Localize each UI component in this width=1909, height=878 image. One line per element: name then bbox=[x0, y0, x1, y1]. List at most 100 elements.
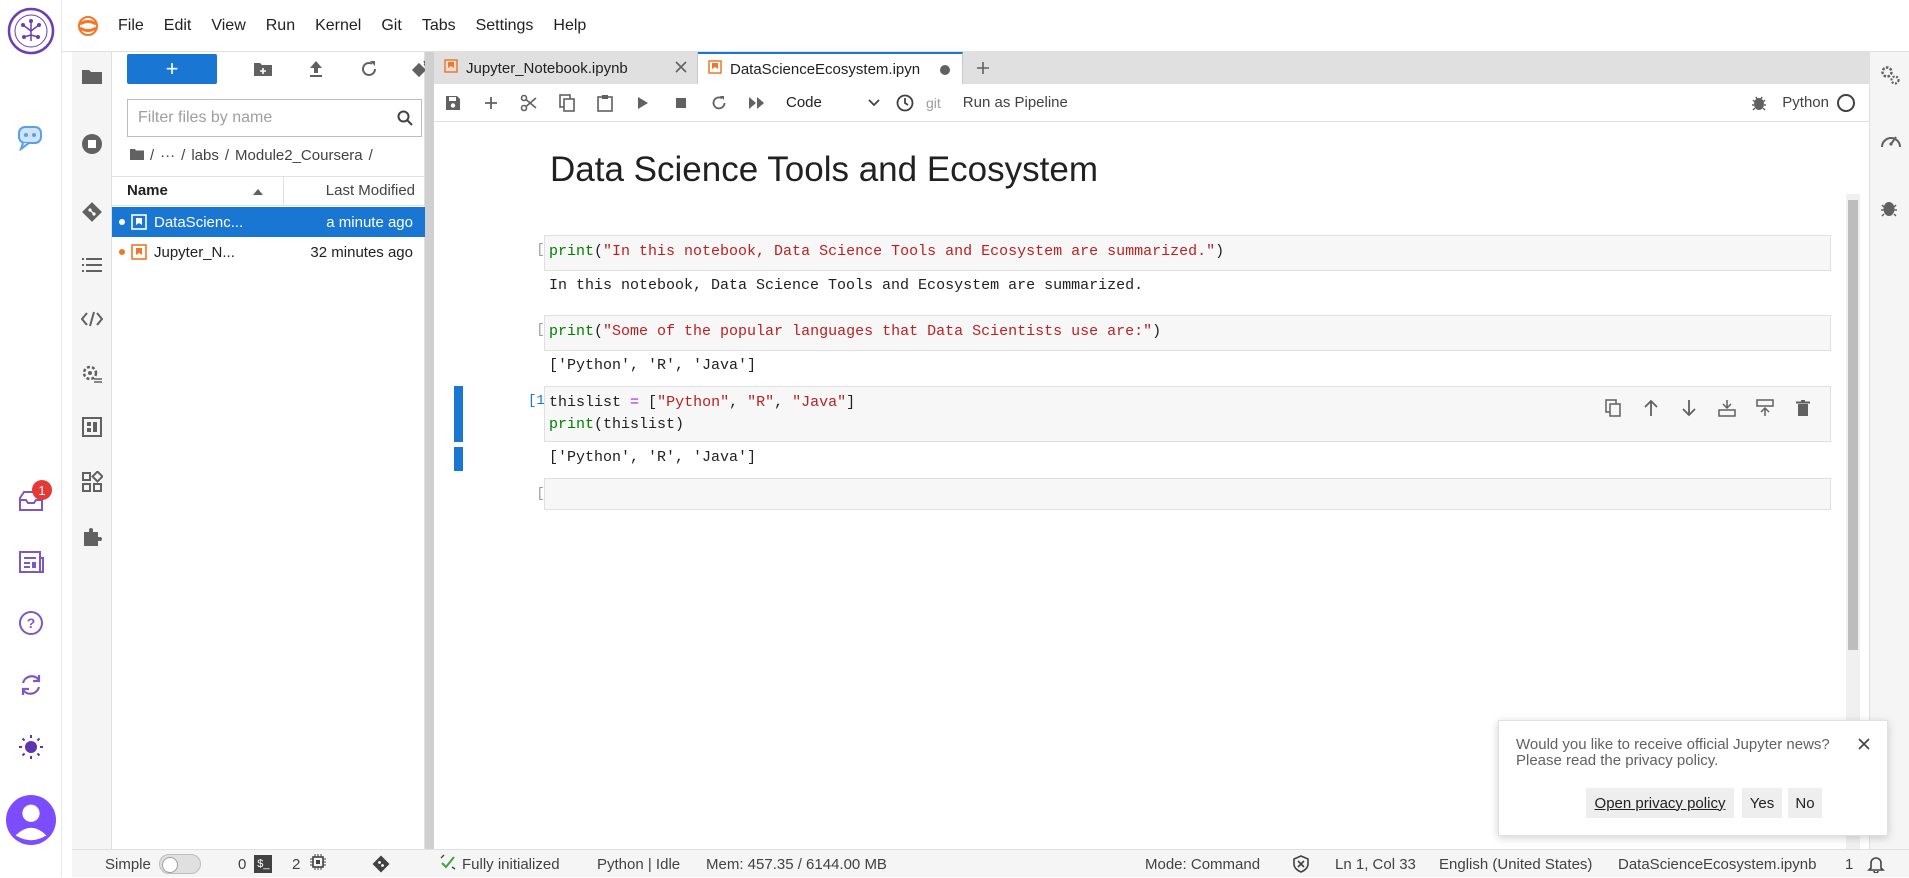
cursor-position[interactable]: Ln 1, Col 33 bbox=[1335, 850, 1416, 878]
scrollbar-thumb[interactable] bbox=[1848, 200, 1858, 650]
breadcrumb-labs[interactable]: labs bbox=[191, 147, 219, 164]
code-token: "Python" bbox=[657, 394, 730, 411]
menu-kernel[interactable]: Kernel bbox=[305, 0, 371, 52]
notebook-file-icon bbox=[131, 244, 147, 260]
insert-above-icon[interactable] bbox=[1714, 395, 1740, 421]
refresh-icon[interactable] bbox=[6, 660, 56, 710]
file-row[interactable]: Jupyter_N... 32 minutes ago bbox=[112, 237, 425, 267]
close-tab-icon[interactable] bbox=[675, 60, 687, 77]
insert-below-icon[interactable] bbox=[1752, 395, 1778, 421]
new-tab-plus-icon[interactable] bbox=[970, 56, 996, 80]
lsp-status[interactable]: Fully initialized bbox=[440, 850, 560, 878]
clock-history-icon[interactable] bbox=[886, 85, 924, 121]
new-folder-icon[interactable] bbox=[245, 54, 281, 84]
cut-icon[interactable] bbox=[510, 85, 548, 121]
search-icon bbox=[397, 110, 413, 131]
column-modified-header[interactable]: Last Modified bbox=[284, 177, 425, 205]
folder-icon[interactable] bbox=[72, 56, 112, 96]
kernel-name[interactable]: Python bbox=[1782, 94, 1829, 111]
debugger-panel-bug-icon[interactable] bbox=[1880, 198, 1898, 223]
skills-network-logo-icon[interactable] bbox=[6, 6, 56, 56]
delete-trash-icon[interactable] bbox=[1790, 395, 1816, 421]
column-name-label: Name bbox=[127, 182, 168, 199]
menu-run[interactable]: Run bbox=[256, 0, 305, 52]
restart-run-all-icon[interactable] bbox=[738, 85, 776, 121]
duplicate-cell-icon[interactable] bbox=[1600, 395, 1626, 421]
chatbot-icon[interactable] bbox=[6, 112, 56, 162]
save-icon[interactable] bbox=[434, 85, 472, 121]
kernel-count[interactable]: 2 bbox=[292, 850, 327, 878]
tab-jupyter-notebook[interactable]: Jupyter_Notebook.ipynb bbox=[434, 52, 698, 84]
close-notification-icon[interactable] bbox=[1855, 735, 1873, 753]
breadcrumb-module2[interactable]: Module2_Coursera bbox=[235, 147, 363, 164]
extension-components-icon[interactable] bbox=[72, 462, 112, 502]
code-cell-input[interactable]: print("In this notebook, Data Science To… bbox=[544, 235, 1831, 271]
run-as-pipeline-button[interactable]: Run as Pipeline bbox=[963, 94, 1068, 111]
terminal-count[interactable]: 0 $_ bbox=[238, 850, 273, 878]
menu-help[interactable]: Help bbox=[543, 0, 596, 52]
code-cell-input[interactable]: thislist = ["Python", "R", "Java"] print… bbox=[544, 386, 1831, 442]
file-row[interactable]: DataScienc... a minute ago bbox=[112, 207, 425, 237]
running-kernels-icon[interactable] bbox=[72, 124, 112, 164]
news-icon[interactable] bbox=[6, 537, 56, 587]
resource-usage-gauge-icon[interactable] bbox=[1879, 130, 1903, 155]
column-name-header[interactable]: Name bbox=[112, 177, 284, 205]
property-settings-gears-icon[interactable] bbox=[1879, 64, 1901, 91]
extension-manager-puzzle-icon[interactable] bbox=[72, 517, 112, 557]
menu-tabs[interactable]: Tabs bbox=[412, 0, 466, 52]
simple-mode-toggle[interactable]: Simple bbox=[105, 850, 201, 878]
no-button[interactable]: No bbox=[1788, 788, 1822, 818]
tab-datascience-ecosystem[interactable]: DataScienceEcosystem.ipyn bbox=[698, 52, 963, 84]
menu-edit[interactable]: Edit bbox=[154, 0, 202, 52]
notification-line-1: Would you like to receive official Jupyt… bbox=[1516, 736, 1830, 753]
table-of-contents-icon[interactable] bbox=[72, 245, 112, 285]
git-icon[interactable] bbox=[72, 192, 112, 232]
user-avatar-icon[interactable] bbox=[6, 795, 56, 845]
toggle-switch[interactable] bbox=[158, 854, 201, 874]
filter-files-field[interactable] bbox=[127, 99, 422, 137]
restart-kernel-icon[interactable] bbox=[700, 85, 738, 121]
open-privacy-policy-button[interactable]: Open privacy policy bbox=[1586, 788, 1734, 818]
debugger-bug-icon[interactable] bbox=[1740, 85, 1778, 121]
new-launcher-button[interactable]: + bbox=[127, 54, 217, 84]
bell-icon[interactable] bbox=[1867, 850, 1885, 878]
help-icon[interactable]: ? bbox=[6, 598, 56, 648]
output-collapser[interactable] bbox=[454, 447, 463, 471]
code-snippets-icon[interactable] bbox=[72, 299, 112, 339]
menu-file[interactable]: File bbox=[108, 0, 154, 52]
run-cell-play-icon[interactable] bbox=[624, 85, 662, 121]
git-status-icon[interactable] bbox=[372, 850, 390, 878]
elyra-pipeline-icon[interactable] bbox=[72, 407, 112, 447]
panel-splitter[interactable] bbox=[425, 52, 434, 849]
menu-git[interactable]: Git bbox=[371, 0, 411, 52]
refresh-files-icon[interactable] bbox=[351, 54, 387, 84]
copy-icon[interactable] bbox=[548, 85, 586, 121]
notebook-tab-icon bbox=[708, 60, 722, 78]
breadcrumb-ellipsis[interactable]: ··· bbox=[160, 147, 175, 164]
insert-cell-plus-icon[interactable] bbox=[472, 85, 510, 121]
property-inspector-icon[interactable] bbox=[72, 354, 112, 394]
paste-icon[interactable] bbox=[586, 85, 624, 121]
cell-type-select[interactable]: Code bbox=[776, 88, 886, 118]
code-cell-input[interactable] bbox=[544, 478, 1831, 510]
breadcrumb-home-folder-icon[interactable] bbox=[130, 147, 144, 164]
notification-count[interactable]: 1 bbox=[1845, 850, 1853, 878]
move-down-arrow-icon[interactable] bbox=[1676, 395, 1702, 421]
menu-view[interactable]: View bbox=[201, 0, 255, 52]
menu-settings[interactable]: Settings bbox=[466, 0, 544, 52]
git-diff-label[interactable]: git bbox=[926, 95, 941, 111]
inbox-icon[interactable]: 1 bbox=[6, 475, 56, 525]
theme-sun-icon[interactable] bbox=[6, 722, 56, 772]
code-cell-input[interactable]: print("Some of the popular languages tha… bbox=[544, 315, 1831, 351]
language-selector[interactable]: English (United States) bbox=[1439, 850, 1592, 878]
unsaved-dot-icon[interactable] bbox=[940, 65, 950, 75]
move-up-arrow-icon[interactable] bbox=[1638, 395, 1664, 421]
filter-files-input[interactable] bbox=[138, 109, 388, 127]
kernel-status[interactable]: Python | Idle bbox=[597, 850, 680, 878]
interrupt-stop-icon[interactable] bbox=[662, 85, 700, 121]
trusted-shield-icon[interactable] bbox=[1292, 850, 1310, 878]
cell-output: ['Python', 'R', 'Java'] bbox=[549, 357, 757, 374]
input-collapser[interactable] bbox=[454, 386, 463, 442]
yes-button[interactable]: Yes bbox=[1742, 788, 1782, 818]
upload-icon[interactable] bbox=[298, 54, 334, 84]
